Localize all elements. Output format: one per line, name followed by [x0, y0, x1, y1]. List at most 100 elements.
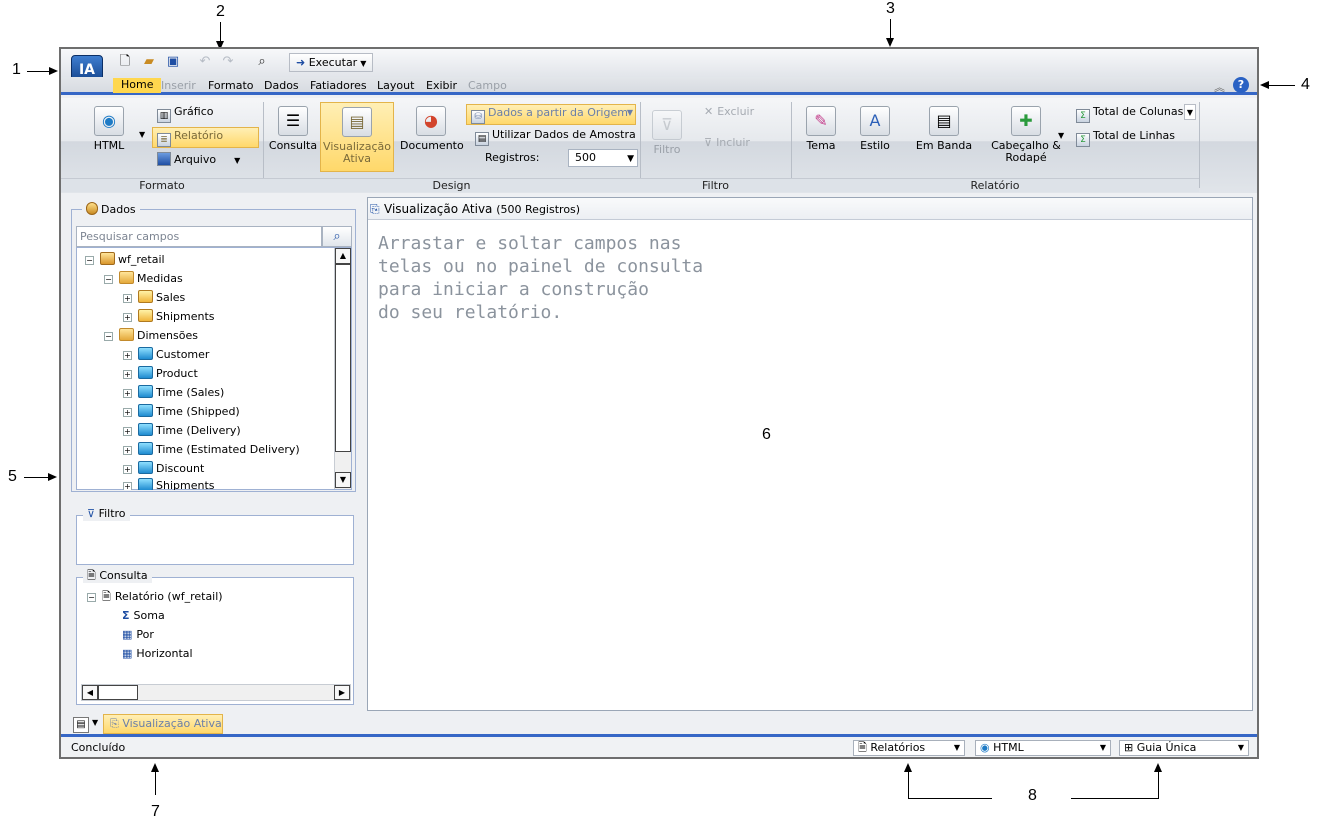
- tree-node-dimensions[interactable]: − Dimensões: [104, 328, 198, 343]
- chevron-down-icon[interactable]: ▼: [360, 55, 366, 72]
- output-format-label: HTML: [993, 741, 1024, 754]
- collapse-ribbon-icon[interactable]: ︽: [1214, 79, 1225, 95]
- tab-list-icon[interactable]: ▤: [73, 717, 89, 733]
- tree-node-shipments-measure[interactable]: + Shipments: [123, 309, 215, 324]
- search-icon[interactable]: ⌕: [322, 226, 352, 247]
- expand-icon[interactable]: +: [123, 408, 132, 417]
- tab-data[interactable]: Dados: [264, 79, 299, 92]
- tab-layout[interactable]: Layout: [377, 79, 414, 92]
- execute-button[interactable]: ➜ Executar ▼: [289, 53, 374, 72]
- cube-icon: [100, 252, 115, 265]
- records-select[interactable]: 500 ▼: [568, 149, 638, 167]
- tab-home[interactable]: Home: [113, 78, 162, 93]
- records-value: 500: [575, 151, 596, 164]
- query-node-by[interactable]: ▦ Por: [122, 628, 154, 642]
- report-button[interactable]: ≣ Relatório: [152, 127, 259, 148]
- tab-view[interactable]: Exibir: [426, 79, 457, 92]
- tab-slicers[interactable]: Fatiadores: [310, 79, 367, 92]
- file-dropdown-icon[interactable]: ▼: [234, 153, 240, 169]
- style-button[interactable]: A Estilo: [855, 106, 895, 152]
- exclude-button[interactable]: ✕ Excluir: [704, 104, 754, 120]
- tree-node-sales[interactable]: + Sales: [123, 290, 185, 305]
- data-from-source-dropdown[interactable]: ⛁ Dados a partir da Origem ▼: [466, 104, 636, 125]
- tree-node-shipments-dimension[interactable]: + Shipments: [123, 478, 215, 490]
- expand-icon[interactable]: +: [123, 351, 132, 360]
- save-icon[interactable]: ▣: [164, 53, 182, 71]
- style-label: Estilo: [860, 139, 890, 152]
- expand-icon[interactable]: +: [123, 427, 132, 436]
- tree-node-measures[interactable]: − Medidas: [104, 271, 183, 286]
- scroll-left-icon[interactable]: ◀: [82, 685, 98, 700]
- filter-button[interactable]: ⊽ Filtro: [645, 110, 689, 156]
- collapse-icon[interactable]: −: [104, 275, 113, 284]
- filter-panel[interactable]: ⊽ Filtro: [76, 507, 354, 565]
- customer-label: Customer: [156, 348, 210, 361]
- tree-node-time-sales[interactable]: + Time (Sales): [123, 385, 224, 400]
- tree-node-time-shipped[interactable]: + Time (Shipped): [123, 404, 240, 419]
- scroll-down-icon[interactable]: ▼: [335, 472, 351, 488]
- html-button[interactable]: ◉ HTML: [83, 106, 135, 152]
- report-canvas[interactable]: ⎘ Visualização Ativa (500 Registros) Arr…: [367, 197, 1253, 711]
- hscrollbar-thumb[interactable]: [98, 685, 138, 700]
- search-fields-input[interactable]: Pesquisar campos: [76, 226, 322, 247]
- file-button[interactable]: Arquivo ▼: [157, 152, 240, 169]
- expand-icon[interactable]: +: [123, 446, 132, 455]
- tree-node-discount[interactable]: + Discount: [123, 461, 204, 476]
- collapse-icon[interactable]: −: [85, 256, 94, 265]
- expand-icon[interactable]: +: [123, 389, 132, 398]
- theme-button[interactable]: ✎ Tema: [801, 106, 841, 152]
- redo-icon[interactable]: ↷: [219, 53, 237, 71]
- tree-node-time-estimated[interactable]: + Time (Estimated Delivery): [123, 442, 300, 457]
- banded-button[interactable]: ▤ Em Banda: [914, 106, 974, 152]
- open-folder-icon[interactable]: ▰: [140, 53, 158, 71]
- tab-live-view[interactable]: ⎘ Visualização Ativa: [103, 714, 223, 734]
- live-view-button[interactable]: ▤ Visualização Ativa: [320, 102, 394, 172]
- expand-icon[interactable]: +: [123, 482, 132, 490]
- help-icon[interactable]: ?: [1233, 77, 1249, 93]
- document-button[interactable]: ◕ Documento: [400, 106, 464, 152]
- header-footer-dropdown-icon[interactable]: ▼: [1058, 128, 1064, 144]
- tree-scrollbar[interactable]: ▲ ▼: [334, 248, 351, 489]
- undo-icon[interactable]: ↶: [196, 53, 214, 71]
- include-button[interactable]: ⊽ Incluir: [704, 135, 750, 151]
- collapse-icon[interactable]: −: [104, 332, 113, 341]
- reports-selector[interactable]: 🗎 Relatórios ▼: [853, 740, 965, 756]
- preview-icon[interactable]: ⌕: [253, 53, 271, 71]
- tab-insert[interactable]: Inserir: [161, 79, 196, 92]
- tab-format[interactable]: Formato: [208, 79, 254, 92]
- tree-node-customer[interactable]: + Customer: [123, 347, 209, 362]
- new-icon[interactable]: 🗋: [116, 53, 134, 71]
- tab-mode-selector[interactable]: ⊞ Guia Única ▼: [1119, 740, 1249, 756]
- use-sample-data-button[interactable]: ▤ Utilizar Dados de Amostra: [475, 127, 636, 146]
- expand-icon[interactable]: +: [123, 465, 132, 474]
- scroll-up-icon[interactable]: ▲: [335, 248, 351, 264]
- tab-list-dropdown-icon[interactable]: ▼: [92, 718, 98, 727]
- html-dropdown-icon[interactable]: ▼: [139, 127, 145, 143]
- query-button[interactable]: ☰ Consulta: [268, 106, 318, 152]
- callout-2-arrow: [220, 22, 221, 42]
- tab-field[interactable]: Campo: [468, 79, 507, 92]
- scrollbar-thumb[interactable]: [335, 264, 351, 452]
- expand-icon[interactable]: +: [123, 313, 132, 322]
- exclude-label: Excluir: [717, 105, 755, 118]
- expand-icon[interactable]: +: [123, 370, 132, 379]
- tree-node-time-delivery[interactable]: + Time (Delivery): [123, 423, 241, 438]
- style-icon: A: [860, 106, 890, 136]
- collapse-icon[interactable]: −: [87, 593, 96, 602]
- scroll-right-icon[interactable]: ▶: [334, 685, 350, 700]
- query-node-across[interactable]: ▦ Horizontal: [122, 647, 193, 661]
- chart-button[interactable]: ▥ Gráfico: [157, 104, 214, 123]
- column-totals-button[interactable]: Σ Total de Colunas: [1076, 104, 1183, 123]
- sigma-icon: Σ: [122, 609, 130, 622]
- totals-dropdown-icon[interactable]: ▼: [1184, 104, 1196, 120]
- expand-icon[interactable]: +: [123, 294, 132, 303]
- header-footer-button[interactable]: ✚ Cabeçalho & Rodapé: [991, 106, 1061, 164]
- tree-node-root[interactable]: − wf_retail: [85, 252, 165, 267]
- tree-node-product[interactable]: + Product: [123, 366, 198, 381]
- chevron-down-icon: ▼: [627, 154, 634, 164]
- query-node-report[interactable]: − 🗎 Relatório (wf_retail): [87, 590, 223, 604]
- output-format-selector[interactable]: ◉ HTML ▼: [975, 740, 1111, 756]
- query-hscrollbar[interactable]: ◀ ▶: [81, 684, 351, 701]
- query-node-sum[interactable]: Σ Soma: [122, 609, 165, 623]
- row-totals-button[interactable]: Σ Total de Linhas: [1076, 128, 1175, 147]
